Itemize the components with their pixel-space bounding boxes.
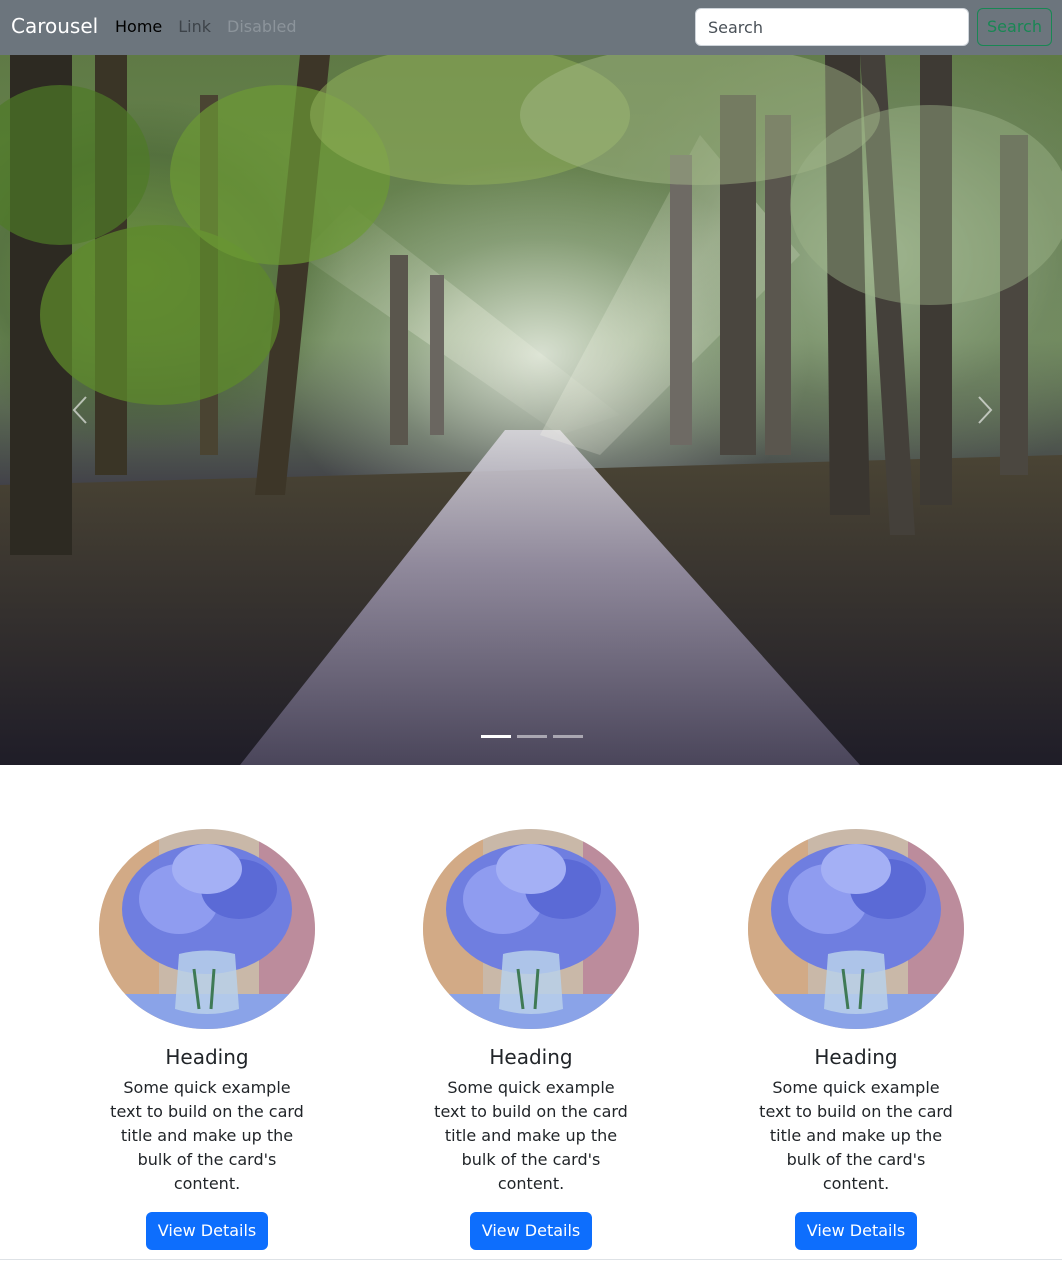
card-image [748,829,964,1029]
view-details-button[interactable]: View Details [469,1212,593,1250]
carousel [0,55,1062,765]
carousel-indicators [481,735,583,738]
card-heading: Heading [814,1045,898,1069]
card-1: Heading Some quick example text to build… [82,829,332,1250]
card-heading: Heading [489,1045,573,1069]
flower-vase-image [423,829,639,1029]
carousel-indicator-1[interactable] [481,735,511,738]
chevron-left-icon [72,396,87,424]
card-text: Some quick example text to build on the … [759,1078,953,1193]
nav-link-home[interactable]: Home [115,16,162,38]
flower-vase-image [748,829,964,1029]
carousel-indicator-3[interactable] [553,735,583,738]
flower-vase-image [99,829,315,1029]
card-3: Heading Some quick example text to build… [731,829,981,1250]
carousel-slide-image [0,55,1062,765]
card-text: Some quick example text to build on the … [110,1078,304,1193]
carousel-next-control[interactable] [969,395,999,425]
carousel-indicator-2[interactable] [517,735,547,738]
nav-link-link[interactable]: Link [178,16,211,38]
navbar-brand[interactable]: Carousel [11,13,98,39]
search-input[interactable] [695,8,969,46]
card-image [99,829,315,1029]
nav-links: Home Link Disabled [115,16,297,38]
view-details-button[interactable]: View Details [794,1212,918,1250]
card-image [423,829,639,1029]
chevron-right-icon [978,396,993,424]
search-button[interactable]: Search [977,8,1052,46]
view-details-button[interactable]: View Details [145,1212,269,1250]
card-2: Heading Some quick example text to build… [406,829,656,1250]
card-text: Some quick example text to build on the … [434,1078,628,1193]
card-heading: Heading [165,1045,249,1069]
navbar: Carousel Home Link Disabled Search [0,0,1062,55]
carousel-prev-control[interactable] [66,395,96,425]
nav-link-disabled: Disabled [227,17,297,36]
footer-divider [0,1259,1062,1260]
